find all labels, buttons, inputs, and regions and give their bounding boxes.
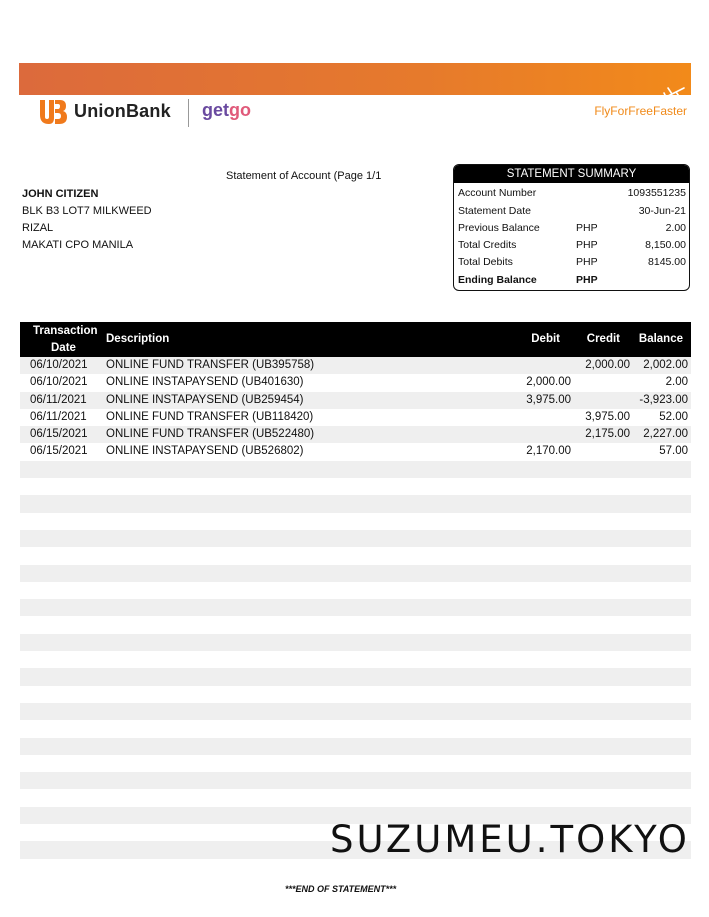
summary-label: Total Debits [458, 256, 513, 268]
summary-row-statement-date: Statement Date 30-Jun-21 [458, 203, 686, 220]
empty-table-row [20, 478, 691, 496]
logo-divider [188, 99, 189, 127]
statement-summary-box: STATEMENT SUMMARY Account Number 1093551… [453, 164, 690, 291]
bank-name: UnionBank [74, 101, 171, 121]
empty-table-row [20, 460, 691, 479]
cell-debit: 2,000.00 [526, 376, 571, 389]
transactions-table-header: Transaction Date Description Debit Credi… [20, 322, 691, 357]
cell-date: 06/11/2021 [30, 410, 87, 423]
summary-value: 8,150.00 [645, 239, 686, 251]
summary-value: 30-Jun-21 [638, 205, 686, 217]
cell-description: ONLINE INSTAPAYSEND (UB401630) [106, 376, 304, 389]
summary-currency: PHP [576, 274, 598, 286]
empty-table-row [20, 737, 691, 755]
cell-description: ONLINE FUND TRANSFER (UB522480) [106, 428, 315, 441]
cell-description: ONLINE INSTAPAYSEND (UB526802) [106, 445, 304, 458]
empty-table-row [20, 512, 691, 530]
empty-table-row [20, 651, 691, 669]
partner-logo-get: get [202, 100, 229, 120]
empty-table-row [20, 495, 691, 513]
statement-title: Statement of Account (Page 1/1 [226, 170, 382, 182]
empty-table-row [20, 789, 691, 807]
transactions-table-body: 06/10/2021 ONLINE FUND TRANSFER (UB395758… [20, 357, 691, 859]
empty-table-row [20, 754, 691, 773]
summary-currency: PHP [576, 256, 598, 268]
table-row: 06/11/2021 ONLINE INSTAPAYSEND (UB259454)… [20, 391, 691, 409]
cell-description: ONLINE INSTAPAYSEND (UB259454) [106, 393, 304, 406]
summary-label: Previous Balance [458, 222, 540, 234]
tagline: FlyForFreeFaster [594, 104, 687, 118]
empty-table-row [20, 529, 691, 548]
unionbank-logo-icon [40, 100, 67, 124]
summary-row-total-debits: Total Debits PHP 8145.00 [458, 254, 686, 271]
summary-value: 2.00 [665, 222, 686, 234]
cell-balance: 57.00 [659, 445, 688, 458]
cell-balance: 2.00 [665, 376, 688, 389]
header-description: Description [106, 333, 170, 345]
watermark: SUZUMEU.TOKYO [330, 818, 690, 861]
empty-table-row [20, 720, 691, 738]
empty-table-row [20, 616, 691, 634]
cell-description: ONLINE FUND TRANSFER (UB118420) [106, 410, 314, 423]
address-line-2: RIZAL [22, 222, 54, 234]
cell-debit: 2,170.00 [526, 445, 571, 458]
cell-date: 06/15/2021 [30, 428, 88, 441]
empty-table-row [20, 685, 691, 703]
cell-debit: 3,975.00 [526, 393, 571, 406]
summary-label: Ending Balance [458, 274, 537, 286]
empty-table-row [20, 668, 691, 686]
address-line-1: BLK B3 LOT7 MILKWEED [22, 205, 152, 217]
summary-label: Total Credits [458, 239, 517, 251]
cell-balance: -3,923.00 [639, 393, 688, 406]
empty-table-row [20, 547, 691, 565]
table-row: 06/10/2021 ONLINE INSTAPAYSEND (UB401630)… [20, 374, 691, 392]
summary-row-ending-balance: Ending Balance PHP [458, 272, 686, 289]
empty-table-row [20, 702, 691, 721]
summary-heading: STATEMENT SUMMARY [454, 165, 689, 183]
cell-balance: 52.00 [659, 410, 688, 423]
cell-date: 06/15/2021 [30, 445, 88, 458]
partner-logo: getgo [202, 100, 251, 121]
cell-date: 06/11/2021 [30, 393, 87, 406]
airplane-icon [663, 87, 687, 102]
cell-credit: 2,175.00 [585, 428, 630, 441]
header-banner [19, 63, 691, 95]
cell-credit: 2,000.00 [585, 359, 630, 371]
customer-address-block: JOHN CITIZEN BLK B3 LOT7 MILKWEED RIZAL … [22, 186, 152, 254]
cell-date: 06/10/2021 [30, 376, 88, 389]
cell-balance: 2,227.00 [643, 428, 688, 441]
empty-table-row [20, 599, 691, 617]
header-debit: Debit [531, 333, 560, 345]
summary-currency: PHP [576, 222, 598, 234]
cell-balance: 2,002.00 [643, 359, 688, 371]
empty-table-row [20, 581, 691, 600]
summary-row-previous-balance: Previous Balance PHP 2.00 [458, 220, 686, 237]
table-row: 06/11/2021 ONLINE FUND TRANSFER (UB118420… [20, 408, 691, 427]
summary-row-account-number: Account Number 1093551235 [458, 185, 686, 202]
table-row: 06/15/2021 ONLINE INSTAPAYSEND (UB526802)… [20, 443, 691, 461]
header-credit: Credit [586, 333, 620, 345]
cell-description: ONLINE FUND TRANSFER (UB395758) [106, 359, 315, 371]
cell-credit: 3,975.00 [585, 410, 630, 423]
summary-label: Statement Date [458, 205, 531, 217]
partner-logo-go: go [229, 100, 251, 120]
address-line-3: MAKATI CPO MANILA [22, 239, 134, 251]
summary-value: 1093551235 [627, 187, 686, 199]
summary-value: 8145.00 [648, 256, 686, 268]
summary-currency: PHP [576, 239, 598, 251]
header-balance: Balance [638, 333, 683, 345]
table-row: 06/10/2021 ONLINE FUND TRANSFER (UB395758… [20, 357, 691, 375]
empty-table-row [20, 633, 691, 652]
empty-table-row [20, 772, 691, 790]
cell-date: 06/10/2021 [30, 359, 88, 371]
summary-label: Account Number [458, 187, 537, 199]
empty-table-row [20, 564, 691, 582]
header-date-line1: Transaction [33, 325, 98, 337]
summary-row-total-credits: Total Credits PHP 8,150.00 [458, 237, 686, 254]
customer-name: JOHN CITIZEN [22, 188, 99, 200]
header-date-line2: Date [51, 342, 76, 354]
table-row: 06/15/2021 ONLINE FUND TRANSFER (UB522480… [20, 426, 691, 444]
end-of-statement: ***END OF STATEMENT*** [285, 884, 397, 894]
